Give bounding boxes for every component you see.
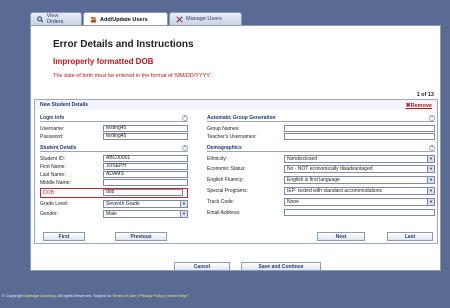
- first-button[interactable]: First: [43, 232, 85, 241]
- ethnicity-select[interactable]: Nondisclosed ▼: [284, 155, 435, 163]
- collapse-icon[interactable]: ⌃: [182, 144, 188, 151]
- previous-button[interactable]: Previous: [115, 232, 167, 241]
- group-names-input[interactable]: [284, 125, 435, 132]
- gender-value: Male: [106, 211, 117, 217]
- economic-status-select[interactable]: No - NOT economically disadvantaged ▼: [284, 165, 435, 173]
- chevron-down-icon: ▼: [180, 201, 187, 207]
- collapse-icon[interactable]: ⌃: [429, 144, 435, 151]
- collapse-icon[interactable]: ⌃: [182, 114, 188, 121]
- special-programs-value: IEP- tested with standard accommodations: [287, 188, 383, 194]
- tab-label: Add/Update Users: [100, 16, 148, 23]
- auto-group-header: Automatic Group Generation ⌃: [207, 114, 435, 122]
- save-and-continue-button[interactable]: Save and Continue: [241, 262, 321, 271]
- student-details-title: Student Details: [40, 144, 77, 151]
- grade-level-value: Seventh Grade: [106, 201, 140, 207]
- economic-status-label: Economic Status:: [207, 166, 246, 172]
- teacher-usernames-input[interactable]: [284, 133, 435, 140]
- last-name-label: Last Name:: [40, 172, 66, 178]
- login-info-header: Login Info ⌃: [40, 114, 188, 122]
- tab-manage-users[interactable]: Manage Users: [169, 12, 242, 25]
- student-id-input[interactable]: ABC00001: [103, 155, 188, 162]
- gender-label: Gender:: [40, 211, 59, 217]
- auto-group-title: Automatic Group Generation: [207, 114, 276, 121]
- login-info-title: Login Info: [40, 114, 65, 121]
- special-programs-label: Special Programs:: [207, 188, 248, 194]
- track-code-label: Track Code:: [207, 199, 235, 205]
- footer-help-link[interactable]: Need Help?: [167, 293, 188, 298]
- footer: © Copyright Vantage Learning. All rights…: [2, 293, 189, 298]
- chevron-down-icon: ▼: [427, 199, 434, 205]
- demographics-title: Demographics: [207, 144, 242, 151]
- error-message: The date of birth must be entered in the…: [53, 73, 213, 79]
- middle-name-input[interactable]: [103, 179, 188, 186]
- track-code-value: None: [287, 199, 299, 205]
- users-icon: [90, 16, 97, 23]
- grade-level-label: Grade Level:: [40, 201, 69, 207]
- next-button[interactable]: Next: [317, 232, 365, 241]
- password-input[interactable]: testing45: [103, 133, 188, 140]
- middle-name-label: Middle Name:: [40, 180, 71, 186]
- form-header: New Student Details ✖Remove: [35, 100, 437, 110]
- teacher-usernames-label: Teacher's Usernames:: [207, 134, 257, 140]
- page-title: Error Details and Instructions: [53, 39, 194, 50]
- chevron-down-icon: ▼: [427, 166, 434, 172]
- tab-view-orders[interactable]: View Orders: [30, 12, 82, 25]
- footer-prefix: © Copyright: [2, 293, 24, 298]
- remove-link[interactable]: ✖Remove: [406, 102, 432, 109]
- chevron-down-icon: ▼: [180, 211, 187, 217]
- footer-terms-link[interactable]: Terms of Use: [112, 293, 136, 298]
- economic-status-value: No - NOT economically disadvantaged: [287, 166, 373, 172]
- cancel-button[interactable]: Cancel: [174, 262, 230, 271]
- ethnicity-value: Nondisclosed: [287, 156, 318, 162]
- main-panel: Error Details and Instructions Improperl…: [30, 25, 441, 271]
- chevron-down-icon: ▼: [427, 177, 434, 183]
- track-code-select[interactable]: None ▼: [284, 198, 435, 206]
- grade-level-select[interactable]: Seventh Grade ▼: [103, 200, 188, 208]
- password-label: Password:: [40, 134, 64, 140]
- ethnicity-label: Ethnicity:: [207, 156, 228, 162]
- tools-icon: [176, 15, 183, 23]
- form-header-title: New Student Details: [40, 102, 89, 108]
- tab-label: View Orders: [46, 13, 64, 25]
- footer-privacy-link[interactable]: Privacy Policy: [139, 293, 164, 298]
- chevron-down-icon: ▼: [427, 188, 434, 194]
- first-name-input[interactable]: JOSEPH: [103, 163, 188, 170]
- footer-company-link[interactable]: Vantage Learning: [24, 293, 55, 298]
- username-label: Username:: [40, 126, 65, 132]
- student-id-label: Student ID:: [40, 156, 66, 162]
- last-button[interactable]: Last: [387, 232, 433, 241]
- first-name-label: First Name:: [40, 164, 66, 170]
- student-form: New Student Details ✖Remove Login Info ⌃…: [34, 99, 438, 244]
- tab-add-update-users[interactable]: Add/Update Users: [83, 12, 168, 26]
- error-title: Improperly formatted DOB: [53, 57, 154, 66]
- dob-label: DOB:: [43, 190, 56, 196]
- search-icon: [37, 15, 44, 22]
- dob-input[interactable]: dob: [103, 189, 183, 196]
- username-input[interactable]: testing45: [103, 125, 188, 132]
- gender-select[interactable]: Male ▼: [103, 210, 188, 218]
- email-label: Email Address:: [207, 210, 241, 216]
- tab-bar: View Orders Add/Update Users Manage User…: [30, 12, 242, 26]
- page-count: 1 of 13: [416, 92, 434, 98]
- demographics-header: Demographics ⌃: [207, 144, 435, 152]
- group-names-label: Group Names:: [207, 126, 240, 132]
- chevron-down-icon: ▼: [427, 156, 434, 162]
- remove-label: Remove: [410, 102, 432, 109]
- collapse-icon[interactable]: ⌃: [429, 114, 435, 121]
- footer-rights: . All rights Reserved. Subject to: [55, 293, 112, 298]
- email-input[interactable]: [284, 209, 435, 216]
- special-programs-select[interactable]: IEP- tested with standard accommodations…: [284, 187, 435, 195]
- english-fluency-select[interactable]: English is first language ▼: [284, 176, 435, 184]
- student-details-header: Student Details ⌃: [40, 144, 188, 152]
- tab-label: Manage Users: [186, 16, 222, 22]
- english-fluency-label: English Fluency:: [207, 177, 244, 183]
- last-name-input[interactable]: ADAMS: [103, 171, 188, 178]
- english-fluency-value: English is first language: [287, 177, 340, 183]
